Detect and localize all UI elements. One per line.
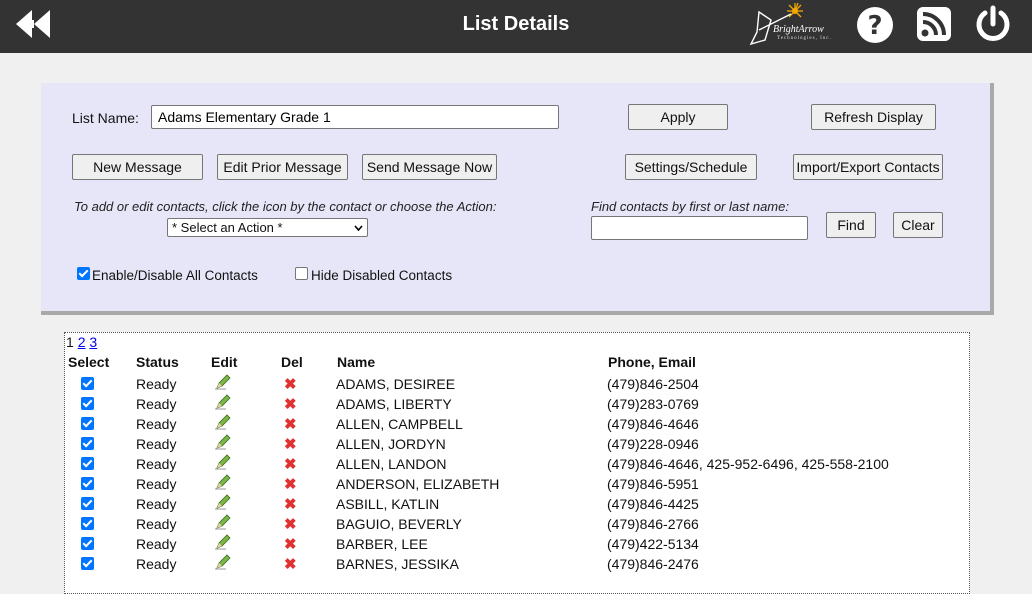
action-select[interactable]: * Select an Action *: [167, 218, 368, 237]
col-header-del: Del: [281, 354, 303, 370]
row-status: Ready: [136, 416, 177, 432]
row-status: Ready: [136, 516, 177, 532]
edit-pencil-icon[interactable]: [214, 394, 232, 410]
row-status: Ready: [136, 496, 177, 512]
svg-text:?: ?: [867, 11, 882, 41]
row-select-checkbox[interactable]: [81, 557, 94, 570]
row-name: ADAMS, LIBERTY: [336, 396, 452, 412]
delete-x-icon[interactable]: ✖: [284, 395, 297, 413]
row-name: ANDERSON, ELIZABETH: [336, 476, 500, 492]
row-name: BARBER, LEE: [336, 536, 428, 552]
row-status: Ready: [136, 376, 177, 392]
hide-disabled-label: Hide Disabled Contacts: [311, 268, 453, 283]
row-phone-email: (479)846-4425: [607, 496, 699, 512]
edit-pencil-icon[interactable]: [214, 534, 232, 550]
row-phone-email: (479)846-2504: [607, 376, 699, 392]
row-phone-email: (479)846-4646, 425-952-6496, 425-558-210…: [607, 456, 889, 472]
edit-pencil-icon[interactable]: [214, 414, 232, 430]
page-current: 1: [66, 334, 74, 350]
row-select-checkbox[interactable]: [81, 537, 94, 550]
row-status: Ready: [136, 476, 177, 492]
top-bar: List Details BrightArrow Technologies, I…: [0, 0, 1032, 53]
clear-button[interactable]: Clear: [893, 212, 943, 238]
logo-sub-text: Technologies, Inc.: [777, 36, 832, 41]
find-hint-text: Find contacts by first or last name:: [591, 199, 789, 214]
find-contacts-input[interactable]: [591, 216, 808, 240]
col-header-edit: Edit: [211, 354, 238, 370]
send-message-now-button[interactable]: Send Message Now: [362, 154, 497, 180]
col-header-phone-email: Phone, Email: [608, 354, 696, 370]
logo-brand-text: BrightArrow: [773, 24, 824, 35]
row-name: ALLEN, CAMPBELL: [336, 416, 463, 432]
edit-pencil-icon[interactable]: [214, 554, 232, 570]
edit-pencil-icon[interactable]: [214, 454, 232, 470]
row-phone-email: (479)422-5134: [607, 536, 699, 552]
import-export-contacts-button[interactable]: Import/Export Contacts: [793, 154, 943, 180]
page-link-3[interactable]: 3: [89, 334, 97, 350]
enable-all-checkbox[interactable]: [77, 267, 90, 280]
row-select-checkbox[interactable]: [81, 417, 94, 430]
row-name: ALLEN, LANDON: [336, 456, 447, 472]
edit-pencil-icon[interactable]: [214, 514, 232, 530]
row-phone-email: (479)846-4646: [607, 416, 699, 432]
edit-pencil-icon[interactable]: [214, 474, 232, 490]
row-status: Ready: [136, 436, 177, 452]
row-select-checkbox[interactable]: [81, 477, 94, 490]
row-name: BAGUIO, BEVERLY: [336, 516, 462, 532]
row-phone-email: (479)283-0769: [607, 396, 699, 412]
row-status: Ready: [136, 556, 177, 572]
delete-x-icon[interactable]: ✖: [284, 555, 297, 573]
page-link-2[interactable]: 2: [78, 334, 86, 350]
row-select-checkbox[interactable]: [81, 517, 94, 530]
list-name-input[interactable]: [151, 105, 559, 129]
row-phone-email: (479)846-2476: [607, 556, 699, 572]
edit-pencil-icon[interactable]: [214, 374, 232, 390]
delete-x-icon[interactable]: ✖: [284, 475, 297, 493]
power-icon[interactable]: [973, 4, 1013, 44]
row-name: ADAMS, DESIREE: [336, 376, 456, 392]
pagination: 1 2 3: [66, 334, 97, 350]
row-phone-email: (479)228-0946: [607, 436, 699, 452]
delete-x-icon[interactable]: ✖: [284, 435, 297, 453]
row-select-checkbox[interactable]: [81, 397, 94, 410]
row-status: Ready: [136, 396, 177, 412]
row-phone-email: (479)846-5951: [607, 476, 699, 492]
new-message-button[interactable]: New Message: [72, 154, 203, 180]
enable-all-label: Enable/Disable All Contacts: [92, 268, 258, 283]
help-icon[interactable]: ?: [855, 5, 895, 45]
row-select-checkbox[interactable]: [81, 437, 94, 450]
row-status: Ready: [136, 456, 177, 472]
list-name-label: List Name:: [72, 110, 139, 126]
row-name: ALLEN, JORDYN: [336, 436, 446, 452]
col-header-select: Select: [68, 354, 110, 370]
delete-x-icon[interactable]: ✖: [284, 515, 297, 533]
col-header-status: Status: [136, 354, 179, 370]
edit-pencil-icon[interactable]: [214, 434, 232, 450]
delete-x-icon[interactable]: ✖: [284, 535, 297, 553]
row-select-checkbox[interactable]: [81, 497, 94, 510]
delete-x-icon[interactable]: ✖: [284, 495, 297, 513]
settings-schedule-button[interactable]: Settings/Schedule: [625, 154, 757, 180]
row-name: BARNES, JESSIKA: [336, 556, 459, 572]
delete-x-icon[interactable]: ✖: [284, 415, 297, 433]
refresh-display-button[interactable]: Refresh Display: [811, 104, 936, 130]
chevron-down-icon: [354, 225, 363, 231]
row-select-checkbox[interactable]: [81, 457, 94, 470]
row-select-checkbox[interactable]: [81, 377, 94, 390]
delete-x-icon[interactable]: ✖: [284, 455, 297, 473]
action-select-value: * Select an Action *: [172, 220, 283, 235]
edit-pencil-icon[interactable]: [214, 494, 232, 510]
delete-x-icon[interactable]: ✖: [284, 375, 297, 393]
rss-icon[interactable]: [916, 6, 952, 42]
action-hint-text: To add or edit contacts, click the icon …: [74, 199, 497, 214]
edit-prior-message-button[interactable]: Edit Prior Message: [217, 154, 348, 180]
row-phone-email: (479)846-2766: [607, 516, 699, 532]
row-name: ASBILL, KATLIN: [336, 496, 440, 512]
hide-disabled-checkbox[interactable]: [295, 267, 308, 280]
find-button[interactable]: Find: [826, 212, 876, 238]
row-status: Ready: [136, 536, 177, 552]
apply-button[interactable]: Apply: [628, 104, 728, 130]
col-header-name: Name: [337, 354, 376, 370]
